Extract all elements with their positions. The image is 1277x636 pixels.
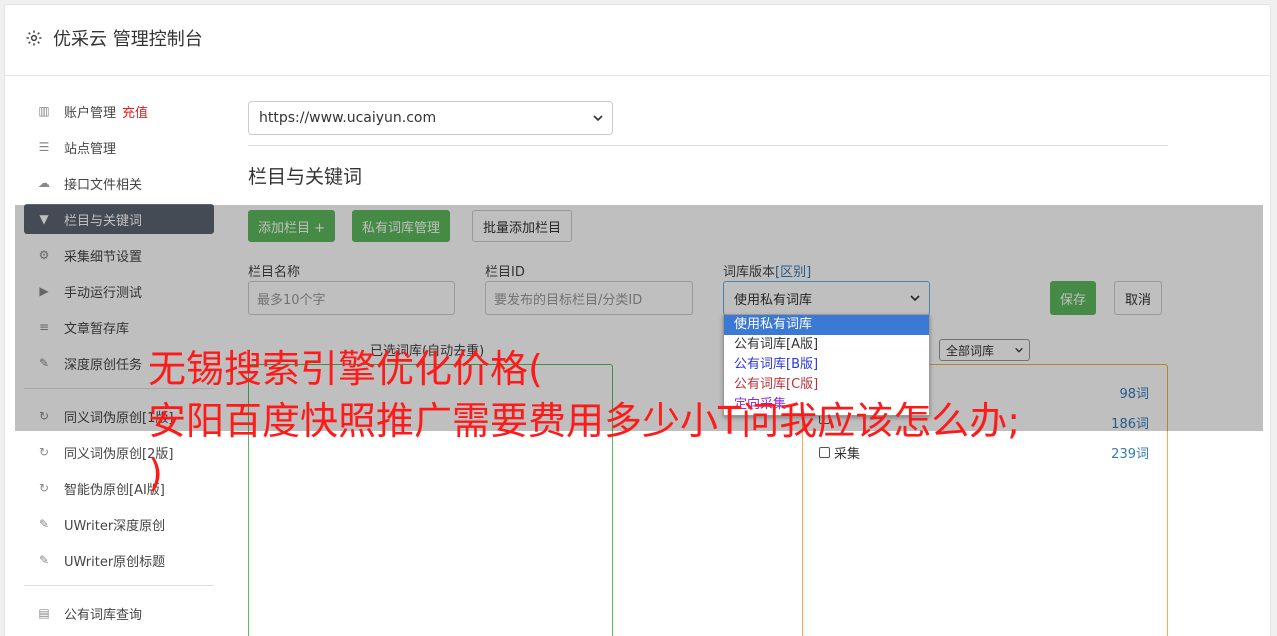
sidebar-item-label: 站点管理 [64, 141, 117, 157]
section-title: 栏目与关键词 [248, 166, 363, 188]
watermark-text: 无锡搜索引擎优化价格( 安阳百度快照推广需要费用多少小T问我应该怎么办; ) [148, 343, 1148, 499]
refresh-icon: ↻ [38, 445, 50, 459]
sidebar-item-public-lib[interactable]: ▤ 公有词库查询 [24, 598, 214, 628]
bar-chart-icon: ▥ [38, 104, 50, 118]
refresh-icon: ↻ [38, 481, 50, 495]
edit-icon: ✎ [38, 517, 50, 531]
edit-icon: ✎ [38, 553, 50, 567]
cloud-upload-icon: ☁ [38, 176, 50, 190]
watermark-line: 安阳百度快照推广需要费用多少小T问我应该怎么办; [148, 399, 1021, 443]
site-select-value: https://www.ucaiyun.com [259, 110, 437, 126]
gear-icon [26, 30, 42, 46]
recharge-link[interactable]: 充值 [122, 102, 148, 121]
server-icon: ☰ [38, 140, 50, 154]
sidebar-item-label: UWriter原创标题 [64, 554, 166, 570]
dropdown-option[interactable]: 使用私有词库 [724, 315, 929, 335]
watermark-line: ) [148, 451, 163, 495]
sidebar-item-label: 接口文件相关 [64, 177, 143, 193]
page-title: 优采云 管理控制台 [25, 25, 203, 51]
sidebar-item-uwriter-title[interactable]: ✎ UWriter原创标题 [24, 545, 214, 575]
book-icon: ▤ [38, 606, 50, 620]
page-title-text: 优采云 管理控制台 [53, 29, 203, 50]
sidebar-item-label: UWriter深度原创 [64, 518, 166, 534]
site-select[interactable]: https://www.ucaiyun.com [248, 101, 613, 135]
sidebar-item-uwriter-deep[interactable]: ✎ UWriter深度原创 [24, 509, 214, 539]
chevron-down-icon [593, 115, 603, 122]
sidebar-item-interface[interactable]: ☁ 接口文件相关 [24, 168, 214, 198]
sidebar-item-label: 公有词库查询 [64, 607, 143, 623]
sidebar-divider [24, 585, 214, 586]
divider [248, 145, 1168, 146]
sidebar-item-account[interactable]: ▥ 账户管理 充值 [24, 96, 214, 126]
card-header: 优采云 管理控制台 [5, 5, 1270, 76]
watermark-line: 无锡搜索引擎优化价格( [148, 347, 543, 391]
sidebar-item-label: 账户管理 [64, 105, 117, 121]
sidebar-item-sites[interactable]: ☰ 站点管理 [24, 132, 214, 162]
